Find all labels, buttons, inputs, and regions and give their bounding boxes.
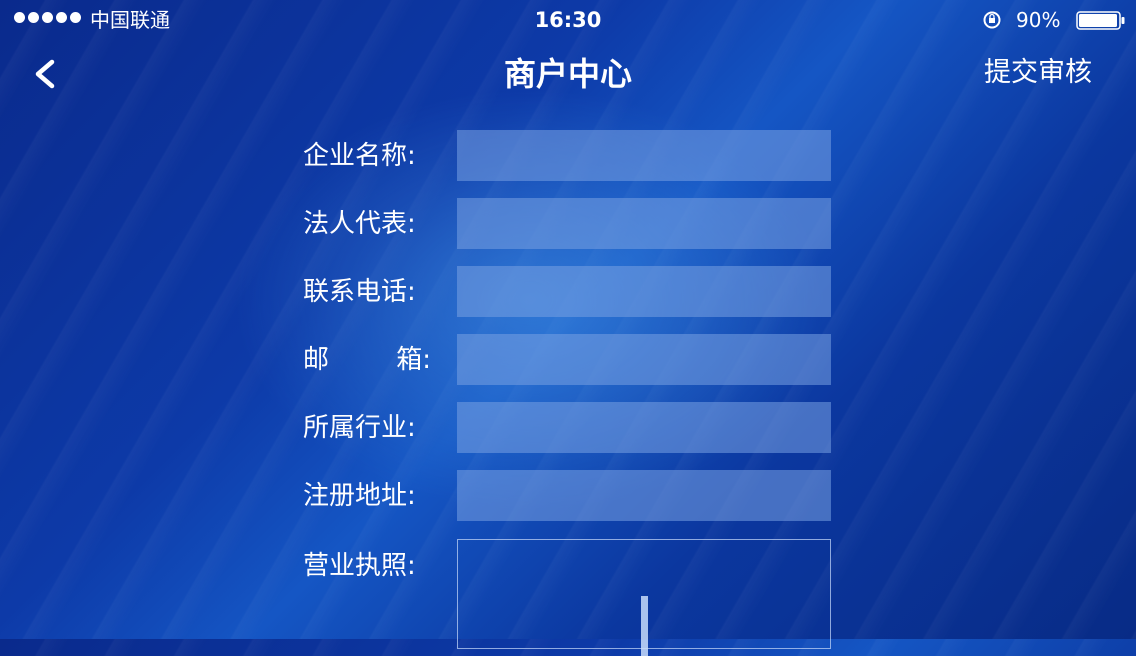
business-license-label: 营业执照: <box>303 551 416 581</box>
form-row-industry: 所属行业: <box>0 402 1136 454</box>
form-row-address: 注册地址: <box>0 470 1136 522</box>
rotation-lock-icon <box>983 11 1001 29</box>
plus-icon <box>641 596 648 656</box>
form-row-phone: 联系电话: <box>0 266 1136 318</box>
company-name-label: 企业名称: <box>303 141 416 171</box>
legal-rep-input[interactable] <box>457 198 831 249</box>
battery-percent: 90% <box>1016 8 1061 32</box>
industry-label: 所属行业: <box>303 413 416 443</box>
battery-icon <box>1076 11 1125 30</box>
nav-bar: 商户中心 提交审核 <box>0 44 1136 104</box>
phone-label: 联系电话: <box>303 277 416 307</box>
legal-rep-label: 法人代表: <box>303 209 416 239</box>
status-time: 16:30 <box>534 8 602 32</box>
phone-input[interactable] <box>457 266 831 317</box>
email-label-part2: 箱: <box>396 345 431 375</box>
status-bar: 中国联通 16:30 90% <box>0 0 1136 40</box>
submit-review-button[interactable]: 提交审核 <box>984 54 1092 92</box>
address-input[interactable] <box>457 470 831 521</box>
email-input[interactable] <box>457 334 831 385</box>
page-title: 商户中心 <box>503 55 632 93</box>
email-label-part1: 邮 <box>303 345 330 375</box>
company-name-input[interactable] <box>457 130 831 181</box>
form-row-legal-rep: 法人代表: <box>0 198 1136 250</box>
form-row-company-name: 企业名称: <box>0 130 1136 182</box>
email-label: 邮 箱: <box>303 343 431 377</box>
form-row-email: 邮 箱: <box>0 334 1136 386</box>
business-license-upload[interactable] <box>457 539 831 656</box>
address-label: 注册地址: <box>303 481 416 511</box>
industry-input[interactable] <box>457 402 831 453</box>
